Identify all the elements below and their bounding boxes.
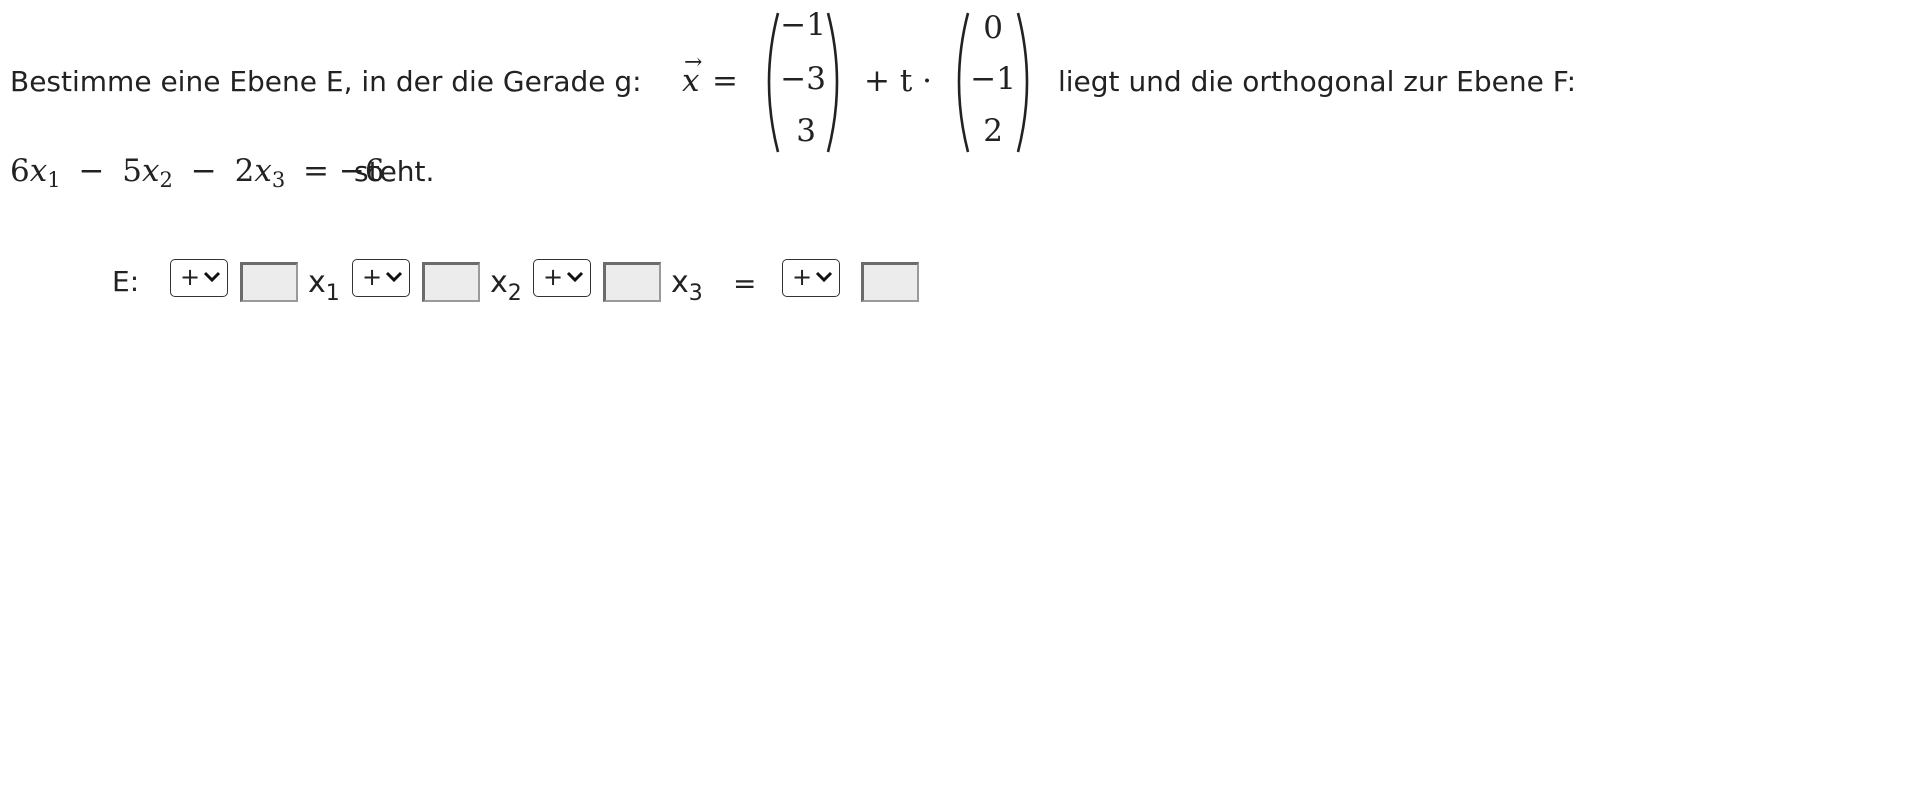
right-paren-direction-vector	[1016, 12, 1029, 153]
sign-select-3[interactable]: +	[533, 259, 591, 297]
sign-select-1-value: +	[180, 263, 201, 291]
task-intro-text: Bestimme eine Ebene E, in der die Gerade…	[10, 65, 642, 98]
coefficient-input-x3[interactable]	[603, 262, 661, 302]
chevron-down-icon	[566, 271, 584, 283]
rhs-input[interactable]	[861, 262, 919, 302]
sign-select-rhs[interactable]: +	[782, 259, 840, 297]
direction-vector-entry-2: −1	[970, 61, 1016, 97]
equals-sign: =	[712, 63, 738, 99]
support-vector-entry-1: −1	[780, 7, 826, 43]
var-x3-label: x3	[671, 265, 703, 306]
vector-arrow: →	[684, 50, 703, 75]
plane-F-equation: 6x1 − 5x2 − 2x3 = −6	[10, 153, 385, 192]
sign-select-1[interactable]: +	[170, 259, 228, 297]
plane-E-label: E:	[112, 265, 140, 298]
sign-select-rhs-value: +	[792, 263, 813, 291]
coefficient-input-x2[interactable]	[422, 262, 480, 302]
var-x1-label: x1	[308, 265, 340, 306]
sign-select-2-value: +	[362, 263, 383, 291]
direction-vector-entry-3: 2	[983, 113, 1003, 149]
chevron-down-icon	[203, 271, 221, 283]
task-middle-text: liegt und die orthogonal zur Ebene F:	[1058, 65, 1577, 98]
support-vector-entry-3: 3	[796, 113, 816, 149]
support-vector-entry-2: −3	[780, 61, 826, 97]
right-paren-support-vector	[826, 12, 839, 153]
task-end-text: steht.	[354, 155, 435, 188]
direction-vector-entry-1: 0	[983, 10, 1003, 46]
answer-equals-sign: =	[733, 267, 757, 300]
plus-t-dot: + t ·	[864, 63, 932, 99]
vector-x-symbol: x →	[682, 52, 702, 97]
left-paren-support-vector	[767, 12, 780, 153]
sign-select-3-value: +	[543, 263, 564, 291]
left-paren-direction-vector	[957, 12, 970, 153]
sign-select-2[interactable]: +	[352, 259, 410, 297]
chevron-down-icon	[385, 271, 403, 283]
coefficient-input-x1[interactable]	[240, 262, 298, 302]
var-x2-label: x2	[490, 265, 522, 306]
exercise-page: Bestimme eine Ebene E, in der die Gerade…	[0, 0, 1920, 810]
chevron-down-icon	[815, 271, 833, 283]
